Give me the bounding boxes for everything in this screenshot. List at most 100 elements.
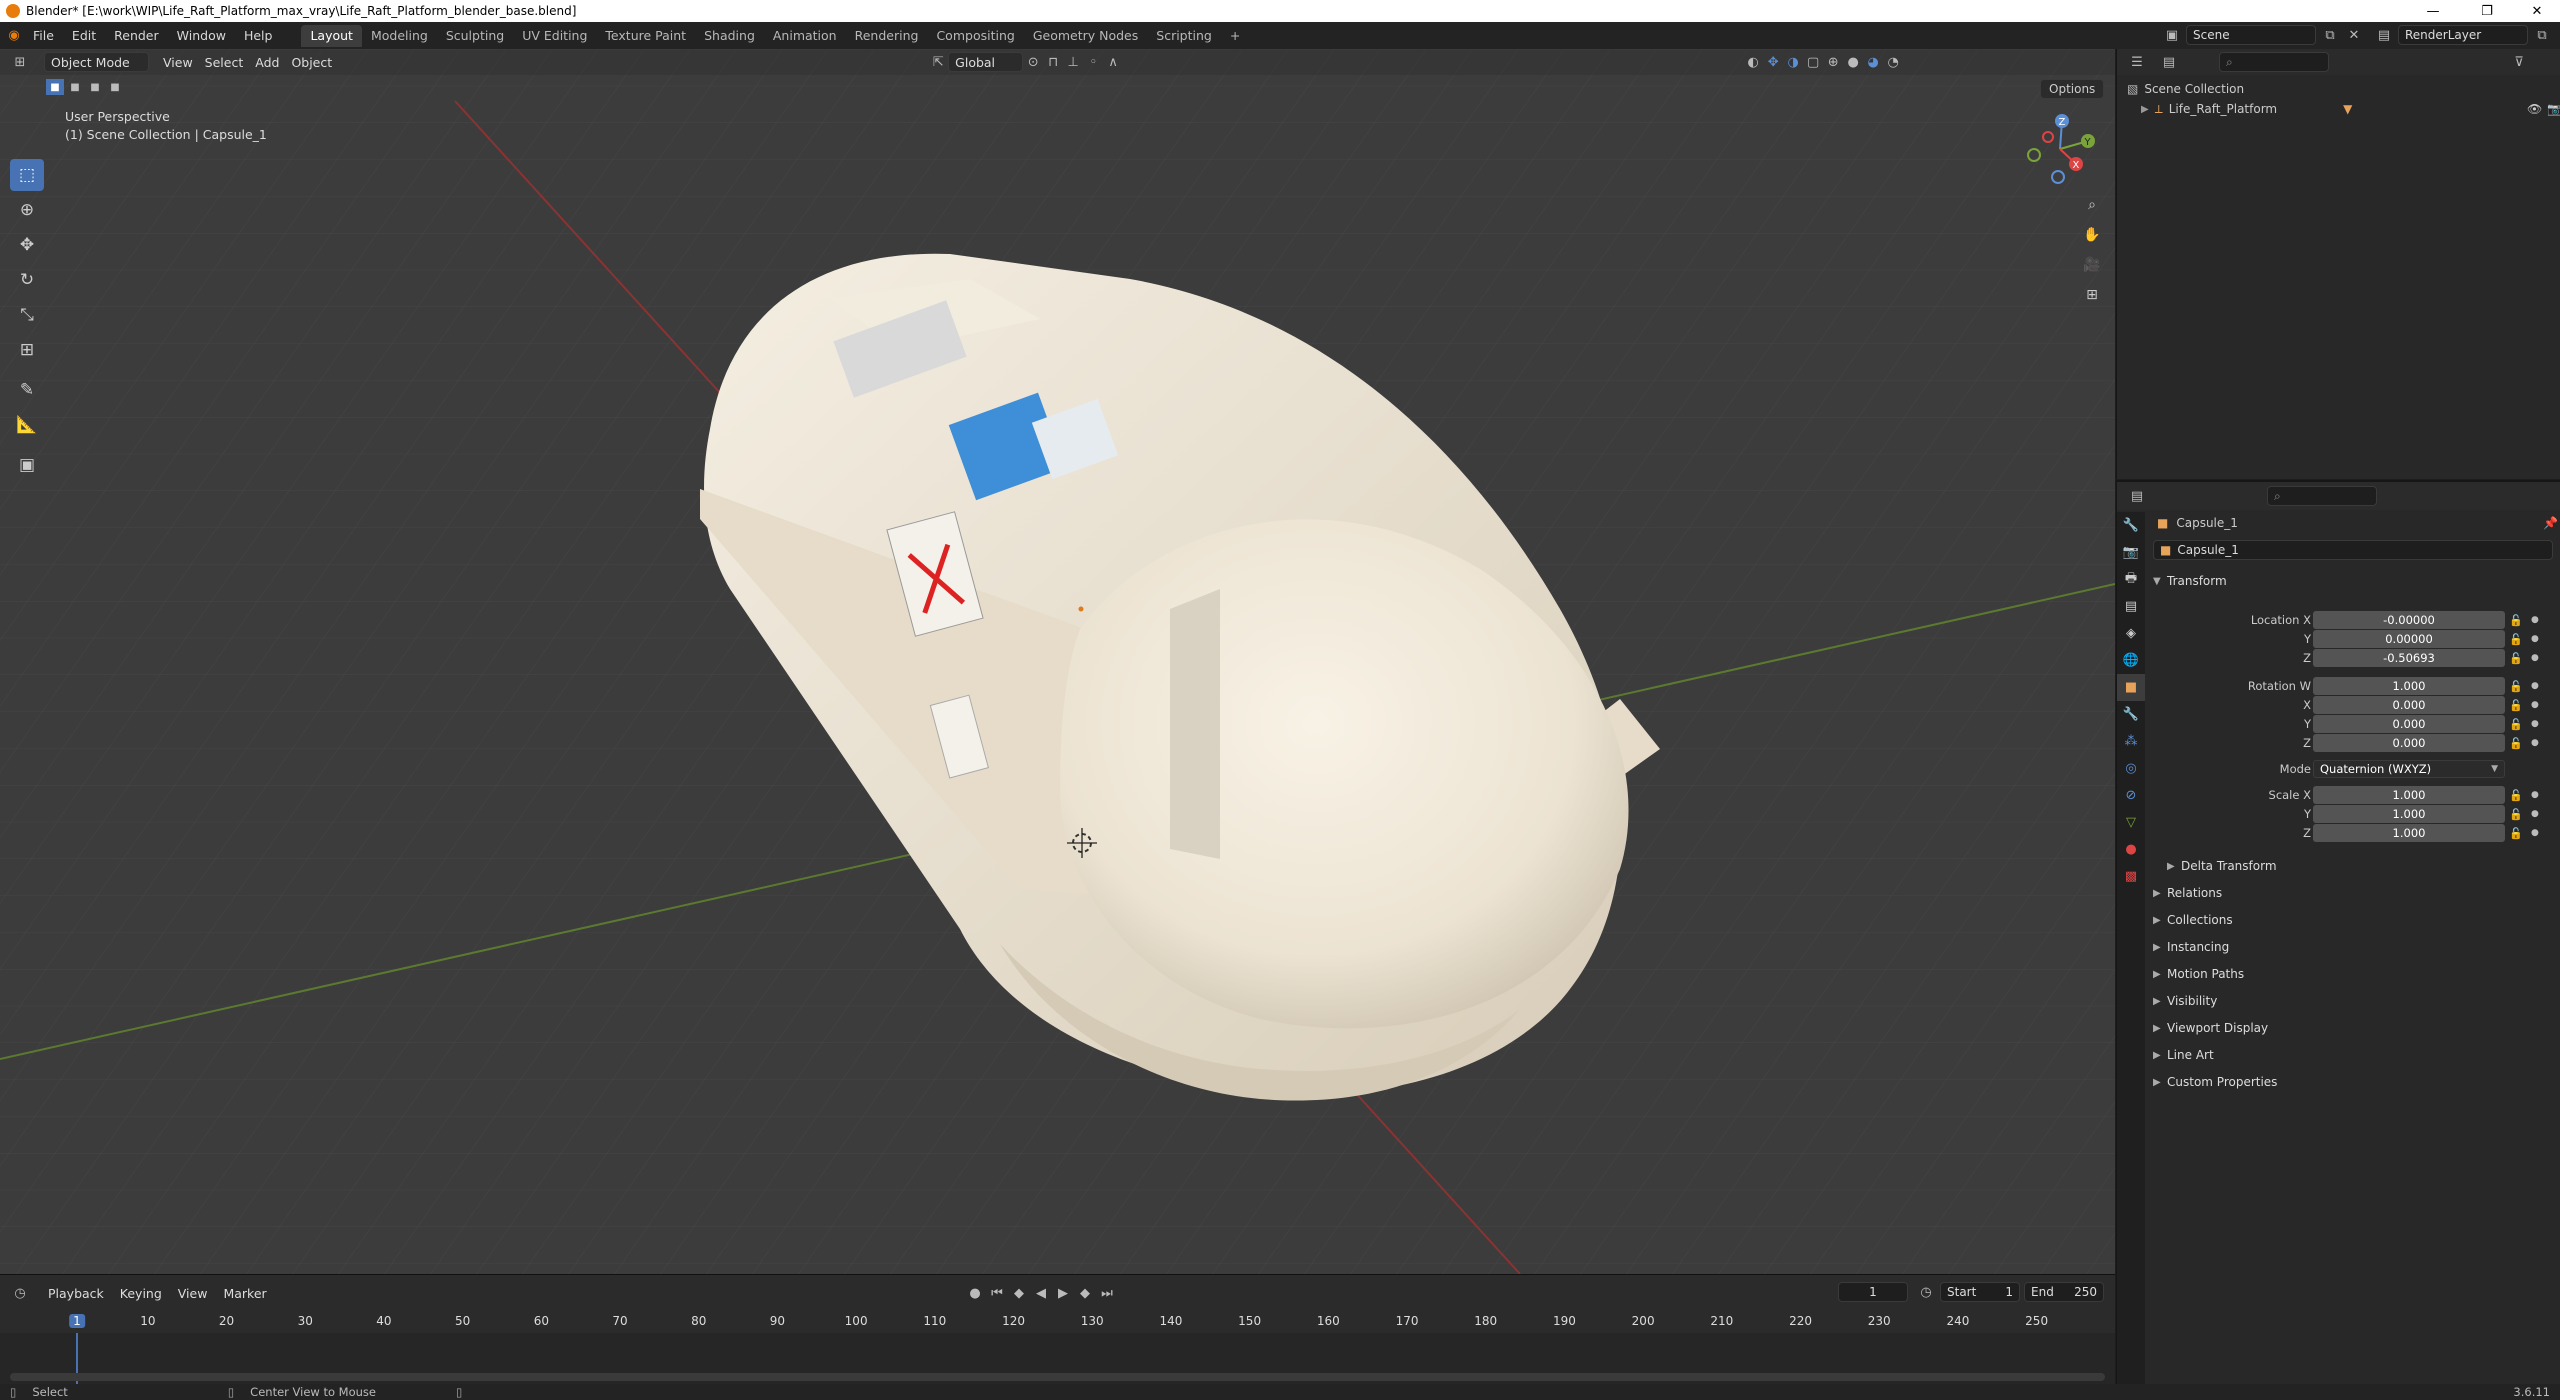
next-key-icon[interactable]: ◆ bbox=[1075, 1283, 1095, 1303]
select-box-tool-icon[interactable]: ⬚ bbox=[10, 159, 44, 191]
gizmo-toggle-icon[interactable]: ✥ bbox=[1763, 52, 1783, 72]
zoom-icon[interactable]: ⌕ bbox=[2079, 192, 2105, 218]
outliner-scene-collection[interactable]: ▧ Scene Collection bbox=[2127, 79, 2560, 99]
menu-file[interactable]: File bbox=[24, 22, 63, 49]
display-mode-icon[interactable]: ▤ bbox=[2159, 52, 2179, 72]
close-button[interactable]: ✕ bbox=[2514, 0, 2560, 22]
keyframe-dot-icon[interactable]: ● bbox=[2531, 719, 2539, 729]
menu-view[interactable]: View bbox=[157, 52, 199, 72]
start-frame-field[interactable]: Start 1 bbox=[1940, 1282, 2020, 1302]
visibility-icon[interactable]: ◐ bbox=[1743, 52, 1763, 72]
location-x-field[interactable]: -0.00000 bbox=[2313, 611, 2505, 629]
editor-type-icon[interactable]: ⊞ bbox=[10, 52, 30, 72]
frame-ruler[interactable]: 1 10 20 30 40 50 60 70 80 90 100 110 120 130 140 150 160… bbox=[0, 1311, 2115, 1333]
transform-panel-header[interactable]: ▼ Transform bbox=[2153, 570, 2553, 592]
select-extend-icon[interactable]: ■ bbox=[66, 79, 84, 95]
rotate-tool-icon[interactable]: ↻ bbox=[10, 264, 44, 296]
end-frame-field[interactable]: End 250 bbox=[2024, 1282, 2104, 1302]
minimize-button[interactable]: — bbox=[2410, 0, 2456, 22]
timeline-scrollbar[interactable] bbox=[10, 1373, 2105, 1381]
outliner-search-input[interactable]: ⌕ bbox=[2219, 52, 2329, 72]
new-view-layer-icon[interactable]: ⧉ bbox=[2532, 25, 2552, 45]
scale-x-field[interactable]: 1.000 bbox=[2313, 786, 2505, 804]
properties-editor-type-icon[interactable]: ▤ bbox=[2127, 486, 2147, 506]
lock-icon[interactable]: 🔓 bbox=[2509, 827, 2523, 840]
keyframe-dot-icon[interactable]: ● bbox=[2531, 615, 2539, 625]
cursor-tool-icon[interactable]: ⊕ bbox=[10, 194, 44, 226]
ortho-toggle-icon[interactable]: ⊞ bbox=[2079, 282, 2105, 308]
keyframe-dot-icon[interactable]: ● bbox=[2531, 790, 2539, 800]
motion-paths-panel[interactable]: ▶ Motion Paths bbox=[2153, 963, 2553, 985]
line-art-panel[interactable]: ▶ Line Art bbox=[2153, 1044, 2553, 1066]
rotation-x-field[interactable]: 0.000 bbox=[2313, 696, 2505, 714]
clock-icon[interactable]: ◷ bbox=[1916, 1282, 1936, 1302]
move-tool-icon[interactable]: ✥ bbox=[10, 229, 44, 261]
shading-wireframe-icon[interactable]: ⊕ bbox=[1823, 52, 1843, 72]
scene-selector[interactable]: Scene bbox=[2186, 25, 2316, 45]
maximize-button[interactable]: ❐ bbox=[2464, 0, 2510, 22]
snap-icon[interactable]: ⊓ bbox=[1043, 52, 1063, 72]
scale-tool-icon[interactable]: ⤡ bbox=[10, 299, 44, 331]
lock-icon[interactable]: 🔓 bbox=[2509, 652, 2523, 665]
menu-timeline-view[interactable]: View bbox=[170, 1286, 216, 1301]
measure-tool-icon[interactable]: 📐 bbox=[10, 409, 44, 441]
shading-material-icon[interactable]: ◕ bbox=[1863, 52, 1883, 72]
menu-help[interactable]: Help bbox=[235, 22, 282, 49]
tab-texture-paint[interactable]: Texture Paint bbox=[596, 25, 695, 47]
instancing-panel[interactable]: ▶ Instancing bbox=[2153, 936, 2553, 958]
object-name-field[interactable]: ■ Capsule_1 bbox=[2153, 540, 2553, 560]
keyframe-dot-icon[interactable]: ● bbox=[2531, 738, 2539, 748]
play-reverse-icon[interactable]: ◀ bbox=[1031, 1283, 1051, 1303]
lock-icon[interactable]: 🔓 bbox=[2509, 680, 2523, 693]
falloff-icon[interactable]: ∧ bbox=[1103, 52, 1123, 72]
menu-window[interactable]: Window bbox=[168, 22, 235, 49]
shading-solid-icon[interactable]: ● bbox=[1843, 52, 1863, 72]
options-button[interactable]: Options bbox=[2040, 79, 2105, 99]
scale-z-field[interactable]: 1.000 bbox=[2313, 824, 2505, 842]
tab-uv-editing[interactable]: UV Editing bbox=[513, 25, 596, 47]
expand-arrow-icon[interactable]: ▶ bbox=[2141, 104, 2149, 115]
lock-icon[interactable]: 🔓 bbox=[2509, 808, 2523, 821]
navigation-gizmo[interactable]: Z Y X bbox=[2020, 109, 2100, 189]
transform-tool-icon[interactable]: ⊞ bbox=[10, 334, 44, 366]
texture-tab-icon[interactable]: ▩ bbox=[2117, 863, 2145, 890]
pivot-point-icon[interactable]: ⊙ bbox=[1023, 52, 1043, 72]
timeline-editor-type-icon[interactable]: ◷ bbox=[10, 1283, 30, 1303]
menu-add[interactable]: Add bbox=[249, 52, 285, 72]
lock-icon[interactable]: 🔓 bbox=[2509, 699, 2523, 712]
tab-animation[interactable]: Animation bbox=[764, 25, 846, 47]
jump-end-icon[interactable]: ⏭ bbox=[1097, 1283, 1117, 1303]
lock-icon[interactable]: 🔓 bbox=[2509, 737, 2523, 750]
properties-search-input[interactable]: ⌕ bbox=[2267, 486, 2377, 506]
rotation-mode-dropdown[interactable]: Quaternion (WXYZ) ▼ bbox=[2313, 760, 2505, 778]
keyframe-dot-icon[interactable]: ● bbox=[2531, 634, 2539, 644]
menu-playback[interactable]: Playback bbox=[40, 1286, 112, 1301]
outliner-item[interactable]: ▶ ⟂ Life_Raft_Platform ▼ 👁 📷 bbox=[2127, 99, 2560, 119]
keyframe-dot-icon[interactable]: ● bbox=[2531, 809, 2539, 819]
shading-rendered-icon[interactable]: ◔ bbox=[1883, 52, 1903, 72]
play-icon[interactable]: ▶ bbox=[1053, 1283, 1073, 1303]
tab-compositing[interactable]: Compositing bbox=[927, 25, 1023, 47]
eye-icon[interactable]: 👁 bbox=[2527, 102, 2542, 116]
mode-selector[interactable]: Object Mode bbox=[44, 52, 149, 72]
annotate-tool-icon[interactable]: ✎ bbox=[10, 374, 44, 406]
keyframe-area[interactable] bbox=[0, 1333, 2115, 1385]
prev-key-icon[interactable]: ◆ bbox=[1009, 1283, 1029, 1303]
menu-render[interactable]: Render bbox=[105, 22, 168, 49]
rotation-y-field[interactable]: 0.000 bbox=[2313, 715, 2505, 733]
jump-start-icon[interactable]: ⏮ bbox=[987, 1283, 1007, 1303]
menu-marker[interactable]: Marker bbox=[215, 1286, 274, 1301]
lock-icon[interactable]: 🔓 bbox=[2509, 614, 2523, 627]
menu-keying[interactable]: Keying bbox=[112, 1286, 170, 1301]
tab-shading[interactable]: Shading bbox=[695, 25, 764, 47]
delete-scene-icon[interactable]: ✕ bbox=[2344, 25, 2364, 45]
tab-modeling[interactable]: Modeling bbox=[362, 25, 437, 47]
filter-icon[interactable]: ⊽ bbox=[2509, 52, 2529, 72]
proportional-edit-icon[interactable]: ◦ bbox=[1083, 52, 1103, 72]
viewport-display-panel[interactable]: ▶ Viewport Display bbox=[2153, 1017, 2553, 1039]
menu-edit[interactable]: Edit bbox=[63, 22, 105, 49]
lock-icon[interactable]: 🔓 bbox=[2509, 718, 2523, 731]
overlay-toggle-icon[interactable]: ◑ bbox=[1783, 52, 1803, 72]
pin-icon[interactable]: 📌 bbox=[2543, 516, 2558, 530]
output-tab-icon[interactable]: 🖶 bbox=[2117, 566, 2145, 593]
